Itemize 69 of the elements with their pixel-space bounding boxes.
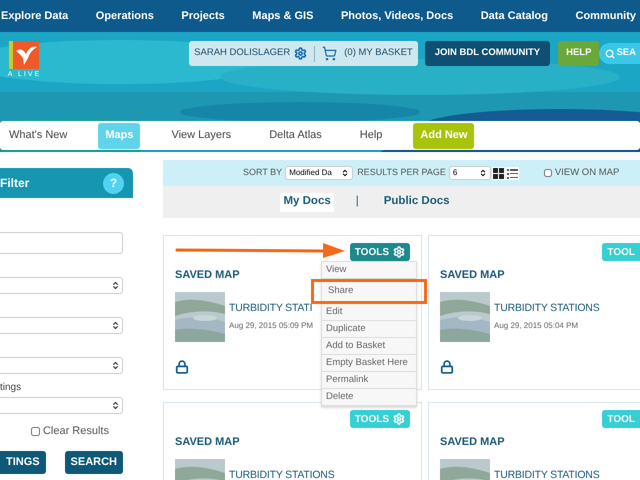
select-arrows-icon: [478, 169, 487, 177]
menu-item[interactable]: Delete: [322, 389, 416, 406]
menu-item[interactable]: Permalink: [322, 372, 416, 389]
user-name[interactable]: SARAH DOLISLAGER: [194, 46, 290, 61]
join-community-button[interactable]: JOIN BDL COMMUNITY: [424, 41, 550, 66]
nav-link[interactable]: Operations: [96, 8, 154, 24]
basket-link[interactable]: (0) MY BASKET: [344, 46, 413, 61]
document-type: SAVED MAP: [175, 435, 240, 450]
document-date: Aug 29, 2015 05:09 PM: [229, 320, 314, 332]
section-tab[interactable]: Delta Atlas: [262, 122, 329, 148]
search-icon: [605, 48, 616, 58]
gear-icon: [393, 413, 405, 425]
nav-link[interactable]: Community: [576, 8, 636, 24]
nav-link[interactable]: Projects: [181, 8, 225, 24]
field-label: tings: [0, 381, 22, 395]
doc-tab[interactable]: Public Docs: [380, 192, 453, 212]
document-type: SAVED MAP: [175, 268, 240, 283]
logo-icon: [9, 41, 40, 69]
cart-icon[interactable]: [322, 46, 338, 61]
nav-link[interactable]: Photos, Videos, Docs: [340, 8, 454, 24]
nav-link[interactable]: Maps & GIS: [252, 8, 314, 24]
menu-item[interactable]: Empty Basket Here: [322, 355, 416, 372]
menu-item[interactable]: Duplicate: [322, 321, 416, 338]
nav-link[interactable]: Explore Data: [1, 8, 68, 24]
section-tab[interactable]: What's New: [2, 122, 74, 148]
document-type: SAVED MAP: [440, 268, 505, 283]
dropdown-field[interactable]: [0, 277, 123, 294]
document-title[interactable]: TURBIDITY STATIONS: [494, 300, 600, 316]
tab-separator: |: [356, 194, 359, 210]
gear-icon: [393, 246, 405, 258]
filter-action-button[interactable]: TINGS: [0, 450, 46, 474]
dropdown-field[interactable]: [0, 397, 123, 414]
select-arrows-icon: [111, 321, 120, 330]
select-arrows-icon: [111, 401, 120, 410]
section-tab[interactable]: Help: [352, 122, 390, 148]
view-on-map-label: VIEW ON MAP: [554, 166, 620, 180]
document-type: SAVED MAP: [440, 435, 505, 450]
clear-results-checkbox[interactable]: [30, 426, 40, 436]
document-title[interactable]: TURBIDITY STATIONS: [229, 468, 334, 480]
dropdown-field[interactable]: [0, 357, 123, 374]
filter-title: Filter: [0, 175, 30, 192]
clear-results-label: Clear Results: [42, 424, 109, 439]
menu-item[interactable]: View: [322, 262, 416, 279]
sort-dropdown[interactable]: Modified Da: [285, 166, 354, 180]
menu-item[interactable]: Edit: [322, 304, 416, 321]
select-arrows-icon: [111, 281, 120, 290]
menu-item[interactable]: Add to Basket: [322, 338, 416, 355]
document-title[interactable]: TURBIDITY STATI: [229, 300, 314, 316]
menu-item[interactable]: Share: [311, 279, 427, 304]
doc-tab[interactable]: My Docs: [280, 192, 334, 212]
document-date: Aug 29, 2015 05:04 PM: [494, 320, 580, 332]
list-icon: [506, 168, 518, 178]
dropdown-field[interactable]: [0, 317, 123, 334]
nav-link[interactable]: Data Catalog: [480, 8, 548, 24]
section-tab[interactable]: View Layers: [164, 122, 238, 148]
select-arrows-icon: [341, 169, 350, 177]
settings-icon[interactable]: [294, 47, 308, 60]
view-on-map-checkbox[interactable]: [544, 169, 552, 177]
filter-action-button[interactable]: SEARCH: [64, 450, 123, 474]
tools-button[interactable]: TOOLS: [350, 243, 410, 261]
search-field[interactable]: [0, 232, 123, 254]
list-view-button[interactable]: [506, 166, 519, 180]
document-title[interactable]: TURBIDITY STATIONS: [494, 468, 600, 480]
select-arrows-icon: [111, 361, 120, 370]
per-page-label: RESULTS PER PAGE: [357, 166, 446, 180]
per-page-dropdown[interactable]: 6: [448, 166, 491, 180]
grid-icon: [492, 168, 504, 178]
grid-view-button[interactable]: [492, 166, 505, 180]
sort-label: SORT BY: [243, 166, 282, 180]
